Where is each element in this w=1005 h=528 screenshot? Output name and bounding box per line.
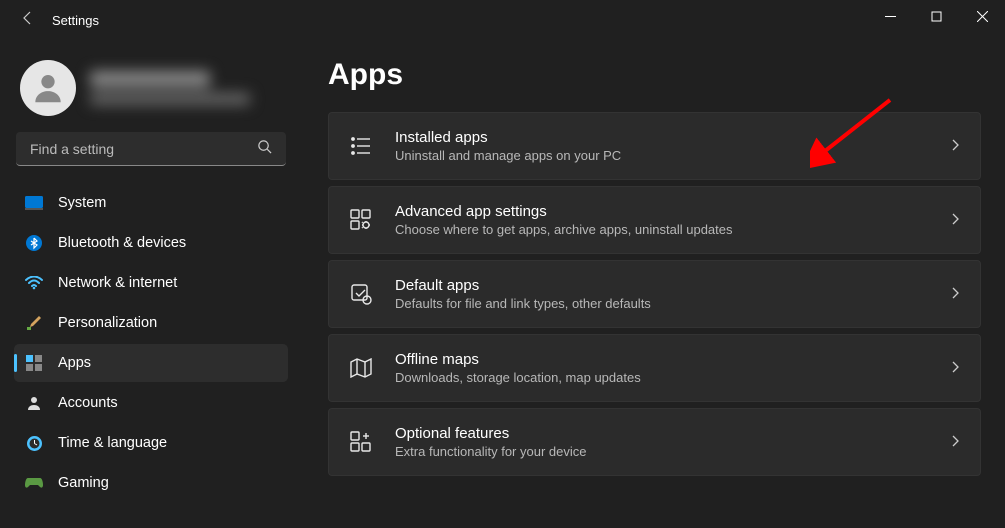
search-icon (257, 139, 272, 159)
nav-list: System Bluetooth & devices Network & int… (14, 184, 288, 502)
titlebar: Settings (0, 0, 1005, 40)
nav-label: Network & internet (58, 275, 177, 291)
card-advanced-app-settings[interactable]: Advanced app settings Choose where to ge… (328, 186, 981, 254)
window-controls (867, 0, 1005, 32)
nav-label: Apps (58, 355, 91, 371)
main-content: Apps Installed apps Uninstall and manage… (300, 40, 1005, 528)
search-input[interactable] (30, 141, 257, 157)
chevron-right-icon (952, 139, 960, 154)
card-optional-features[interactable]: Optional features Extra functionality fo… (328, 408, 981, 476)
sidebar: System Bluetooth & devices Network & int… (0, 40, 300, 528)
sidebar-item-personalization[interactable]: Personalization (14, 304, 288, 342)
maximize-button[interactable] (913, 0, 959, 32)
chevron-right-icon (952, 435, 960, 450)
nav-label: Personalization (58, 315, 157, 331)
sidebar-item-apps[interactable]: Apps (14, 344, 288, 382)
close-button[interactable] (959, 0, 1005, 32)
nav-label: System (58, 195, 106, 211)
chevron-right-icon (952, 213, 960, 228)
card-offline-maps[interactable]: Offline maps Downloads, storage location… (328, 334, 981, 402)
card-desc: Choose where to get apps, archive apps, … (395, 222, 940, 237)
card-default-apps[interactable]: Default apps Defaults for file and link … (328, 260, 981, 328)
user-block[interactable] (14, 52, 288, 132)
wifi-icon (24, 273, 44, 293)
chevron-right-icon (952, 287, 960, 302)
card-title: Optional features (395, 425, 940, 442)
features-icon (349, 430, 373, 454)
card-desc: Defaults for file and link types, other … (395, 296, 940, 311)
card-title: Advanced app settings (395, 203, 940, 220)
advanced-icon (349, 208, 373, 232)
card-title: Installed apps (395, 129, 940, 146)
nav-label: Accounts (58, 395, 118, 411)
card-desc: Downloads, storage location, map updates (395, 370, 940, 385)
sidebar-item-gaming[interactable]: Gaming (14, 464, 288, 502)
card-installed-apps[interactable]: Installed apps Uninstall and manage apps… (328, 112, 981, 180)
card-title: Offline maps (395, 351, 940, 368)
nav-label: Gaming (58, 475, 109, 491)
accounts-icon (24, 393, 44, 413)
default-icon (349, 282, 373, 306)
card-desc: Extra functionality for your device (395, 444, 940, 459)
nav-label: Bluetooth & devices (58, 235, 186, 251)
chevron-right-icon (952, 361, 960, 376)
page-title: Apps (328, 58, 981, 92)
sidebar-item-network[interactable]: Network & internet (14, 264, 288, 302)
window-title: Settings (52, 13, 99, 28)
card-title: Default apps (395, 277, 940, 294)
brush-icon (24, 313, 44, 333)
system-icon (24, 193, 44, 213)
gaming-icon (24, 473, 44, 493)
sidebar-item-system[interactable]: System (14, 184, 288, 222)
nav-label: Time & language (58, 435, 167, 451)
avatar (20, 60, 76, 116)
minimize-button[interactable] (867, 0, 913, 32)
sidebar-item-accounts[interactable]: Accounts (14, 384, 288, 422)
list-icon (349, 134, 373, 158)
bluetooth-icon (24, 233, 44, 253)
back-button[interactable] (20, 10, 36, 31)
sidebar-item-bluetooth[interactable]: Bluetooth & devices (14, 224, 288, 262)
search-box[interactable] (16, 132, 286, 166)
time-icon (24, 433, 44, 453)
card-desc: Uninstall and manage apps on your PC (395, 148, 940, 163)
map-icon (349, 356, 373, 380)
apps-icon (24, 353, 44, 373)
sidebar-item-time[interactable]: Time & language (14, 424, 288, 462)
user-info-redacted (90, 71, 282, 105)
